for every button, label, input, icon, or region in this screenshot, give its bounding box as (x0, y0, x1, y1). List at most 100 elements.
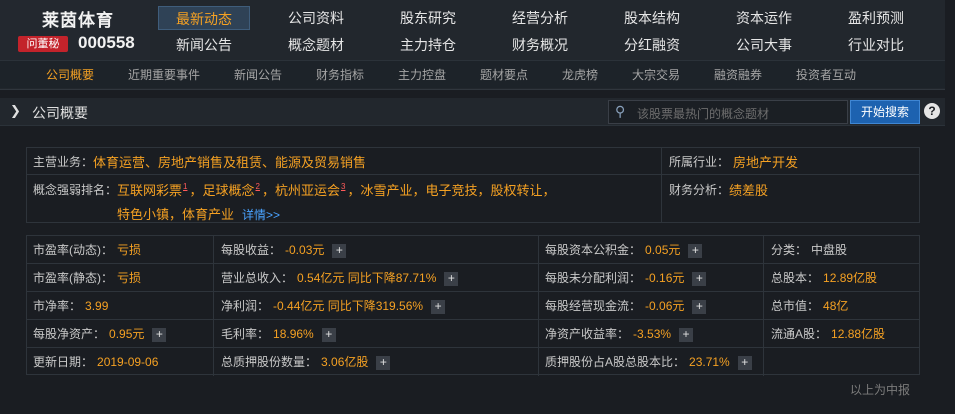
separator: ， (261, 183, 275, 198)
metrics-row: 每股净资产： 0.95元 + 毛利率： 18.96% + 净资产收益率： -3.53% + 流通A… (27, 320, 919, 348)
sub-tab[interactable]: 融资融券 (714, 61, 762, 89)
metric-value: 3.06亿股 (321, 355, 369, 369)
search-input[interactable]: 该股票最热门的概念题材 (637, 105, 769, 122)
main-tab[interactable]: 公司资料 (270, 6, 362, 30)
expand-plus-icon[interactable]: + (688, 243, 703, 258)
metric-label: 市盈率(动态)： (33, 243, 113, 257)
finance-value: 绩差股 (729, 183, 769, 198)
search-button[interactable]: 开始搜索 (850, 100, 920, 124)
metric-cell: 总市值： 48亿 (771, 295, 848, 317)
metric-value: 48亿 (823, 299, 849, 313)
sub-tab[interactable]: 大宗交易 (632, 61, 680, 89)
main-tab[interactable]: 股本结构 (606, 6, 698, 30)
metric-label: 分类： (771, 243, 808, 257)
main-tab[interactable]: 最新动态 (158, 6, 250, 30)
sub-tab[interactable]: 题材要点 (480, 61, 528, 89)
expand-plus-icon[interactable]: + (152, 327, 167, 342)
concept-link[interactable]: 冰雪产业 (360, 183, 412, 198)
metric-value: 0.05元 (645, 243, 681, 257)
metric-cell: 更新日期： 2019-09-06 (33, 351, 158, 373)
metric-value: 亏损 (117, 271, 142, 285)
concept-link[interactable]: 特色小镇 (117, 207, 169, 222)
concept-link[interactable]: 互联网彩票 (117, 183, 182, 198)
metric-value: 中盘股 (811, 243, 848, 257)
expand-plus-icon[interactable]: + (679, 327, 694, 342)
metric-label: 总股本： (771, 271, 820, 285)
main-tab[interactable]: 财务概况 (494, 33, 586, 57)
report-period-note: 以上为中报 (850, 383, 911, 397)
stock-name: 莱茵体育 (42, 11, 114, 30)
expand-plus-icon[interactable]: + (376, 355, 391, 370)
expand-plus-icon[interactable]: + (444, 271, 459, 286)
sub-tab[interactable]: 新闻公告 (234, 61, 282, 89)
main-tab[interactable]: 经营分析 (494, 6, 586, 30)
divider (27, 174, 919, 175)
metric-cell: 毛利率： 18.96% + (221, 323, 336, 345)
metrics-row: 市净率： 3.99 净利润： -0.44亿元 同比下降319.56% + 每股经营现金流：… (27, 292, 919, 320)
sub-tab[interactable]: 投资者互动 (796, 61, 856, 89)
main-tab[interactable]: 股东研究 (382, 6, 474, 30)
ask-secretary-badge[interactable]: 问董秘 (18, 36, 68, 52)
expand-plus-icon[interactable]: + (692, 299, 707, 314)
metric-value: -0.44亿元 同比下降319.56% (273, 299, 424, 313)
concept-search-box[interactable]: ⚲ 该股票最热门的概念题材 (608, 100, 848, 124)
main-tab[interactable]: 主力持仓 (382, 33, 474, 57)
concept-link[interactable]: 足球概念 (202, 183, 254, 198)
expand-plus-icon[interactable]: + (692, 271, 707, 286)
sub-tab[interactable]: 龙虎榜 (562, 61, 598, 89)
section-title: 公司概要 (32, 105, 88, 121)
sub-tab[interactable]: 公司概要 (46, 61, 94, 89)
metric-label: 流通A股： (771, 327, 828, 341)
metric-cell: 净利润： -0.44亿元 同比下降319.56% + (221, 295, 446, 317)
concept-rank-label: 概念强弱排名： (33, 183, 118, 197)
expand-plus-icon[interactable]: + (332, 243, 347, 258)
stock-identity: 莱茵体育 问董秘 000558 (0, 0, 150, 60)
metric-value: 23.71% (689, 355, 730, 369)
concept-link[interactable]: 电子竞技 (425, 183, 477, 198)
metric-value: -0.06元 (645, 299, 685, 313)
metric-cell: 市净率： 3.99 (33, 295, 108, 317)
separator: ， (477, 183, 491, 198)
metric-cell: 每股资本公积金： 0.05元 + (545, 239, 703, 261)
expand-plus-icon[interactable]: + (737, 355, 752, 370)
main-tab[interactable]: 分红融资 (606, 33, 698, 57)
expand-plus-icon[interactable]: + (431, 299, 446, 314)
industry-value[interactable]: 房地产开发 (733, 152, 798, 171)
metric-label: 毛利率： (221, 327, 270, 341)
metric-cell: 市盈率(静态)： 亏损 (33, 267, 141, 289)
concept-link[interactable]: 杭州亚运会 (275, 183, 340, 198)
metric-label: 营业总收入： (221, 271, 294, 285)
metric-cell: 分类： 中盘股 (771, 239, 847, 261)
search-icon: ⚲ (615, 103, 626, 119)
expand-plus-icon[interactable]: + (321, 327, 336, 342)
metric-label: 市盈率(静态)： (33, 271, 113, 285)
metric-cell: 净资产收益率： -3.53% + (545, 323, 694, 345)
sub-tab[interactable]: 主力控盘 (398, 61, 446, 89)
main-tab[interactable]: 行业对比 (830, 33, 922, 57)
metrics-row: 市盈率(动态)： 亏损 每股收益： -0.03元 + 每股资本公积金： 0.05元 + 分类：中… (27, 236, 919, 264)
concept-link[interactable]: 体育产业 (182, 207, 234, 222)
metric-cell: 流通A股： 12.88亿股 (771, 323, 885, 345)
main-business-label: 主营业务： (33, 155, 94, 169)
concept-rank-badge: 2 (255, 182, 260, 191)
main-tab[interactable]: 概念题材 (270, 33, 362, 57)
metrics-row: 更新日期： 2019-09-06 总质押股份数量： 3.06亿股 + 质押股份占A股总股本… (27, 348, 919, 376)
metrics-table: 市盈率(动态)： 亏损 每股收益： -0.03元 + 每股资本公积金： 0.05元 + 分类：中… (26, 235, 920, 376)
main-tab[interactable]: 公司大事 (718, 33, 810, 57)
separator: ， (542, 183, 556, 198)
metric-value: 3.99 (85, 299, 109, 313)
help-icon[interactable]: ? (924, 103, 940, 119)
main-tab[interactable]: 新闻公告 (158, 33, 250, 57)
metric-label: 每股未分配利润： (545, 271, 642, 285)
concept-link[interactable]: 股权转让 (491, 183, 543, 198)
sub-tab[interactable]: 近期重要事件 (128, 61, 200, 89)
sub-tab[interactable]: 财务指标 (316, 61, 364, 89)
metric-cell: 营业总收入： 0.54亿元 同比下降87.71% + (221, 267, 459, 289)
main-tab[interactable]: 资本运作 (718, 6, 810, 30)
concept-details-link[interactable]: 详情>> (242, 208, 280, 222)
stock-code: 000558 (78, 33, 135, 52)
finance-label: 财务分析： (669, 183, 730, 197)
metric-label: 净资产收益率： (545, 327, 630, 341)
main-tab[interactable]: 盈利预测 (830, 6, 922, 30)
metric-cell: 每股净资产： 0.95元 + (33, 323, 167, 345)
